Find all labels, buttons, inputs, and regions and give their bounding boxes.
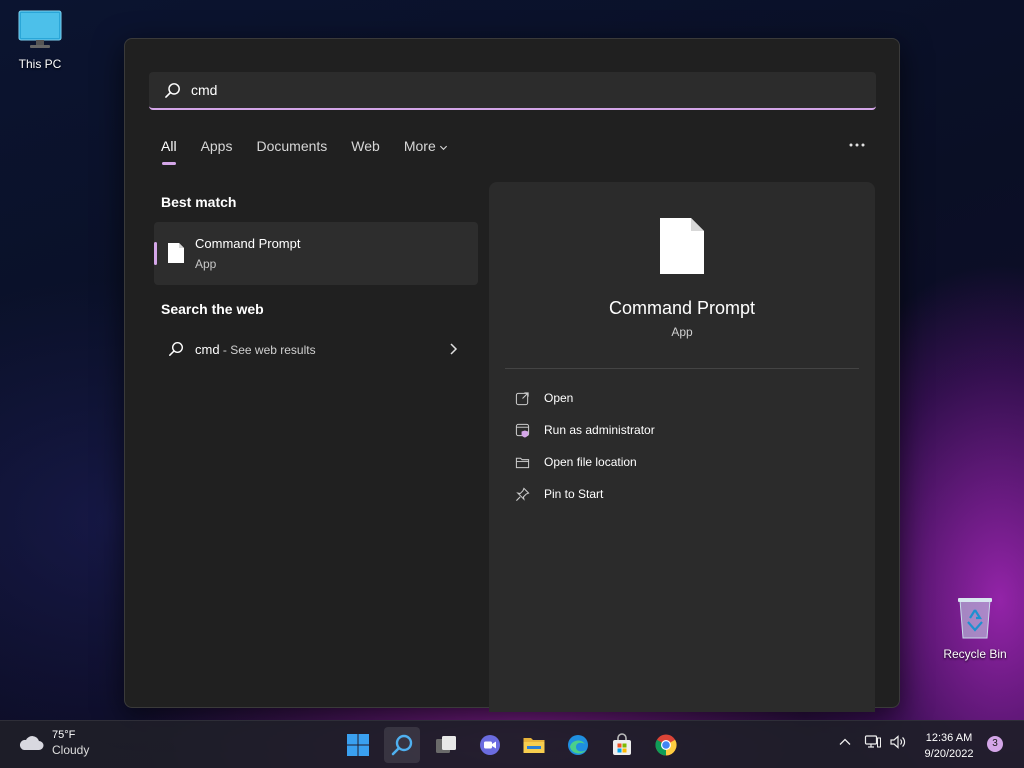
tab-web[interactable]: Web — [351, 138, 380, 154]
filter-tabs: All Apps Documents Web More — [161, 135, 472, 165]
tab-more-label: More — [403, 138, 436, 154]
open-file-location-label: Open file location — [544, 455, 637, 469]
recycle-bin-label: Recycle Bin — [943, 647, 1007, 661]
task-view-button[interactable] — [428, 727, 464, 763]
best-match-result[interactable]: Command Prompt App — [154, 222, 478, 285]
best-match-name: Command Prompt — [195, 236, 301, 251]
taskbar-search-button[interactable] — [384, 727, 420, 763]
search-box[interactable] — [149, 72, 876, 110]
clock-time: 12:36 AM — [925, 732, 973, 744]
preview-pane: Command Prompt App Open Run as administr… — [489, 182, 875, 712]
chevron-right-icon — [450, 343, 458, 355]
monitor-icon — [18, 10, 62, 48]
windows-logo-icon — [347, 734, 369, 756]
tab-apps[interactable]: Apps — [201, 138, 233, 154]
document-icon — [168, 243, 184, 263]
recycle-bin-desktop-icon[interactable]: Recycle Bin — [937, 596, 1013, 661]
store-bag-icon — [613, 733, 631, 755]
weather-description: Cloudy — [52, 743, 90, 757]
tab-more[interactable]: More — [404, 138, 448, 154]
search-window: All Apps Documents Web More Best match C… — [124, 38, 900, 712]
search-input[interactable] — [191, 82, 791, 98]
pin-to-start-label: Pin to Start — [544, 487, 604, 501]
chrome-browser-icon — [655, 734, 677, 756]
network-icon[interactable] — [864, 734, 882, 750]
teams-chat-button[interactable] — [472, 727, 508, 763]
see-web-results-text: - See web results — [219, 343, 316, 357]
weather-temperature: 75°F — [52, 729, 76, 741]
this-pc-label: This PC — [18, 57, 62, 71]
best-match-type: App — [195, 257, 217, 271]
document-icon — [660, 218, 704, 274]
web-search-result[interactable]: cmd - See web results — [154, 335, 478, 365]
web-query-text: cmd — [195, 342, 220, 357]
preview-divider — [505, 368, 859, 369]
start-button[interactable] — [340, 727, 376, 763]
task-view-icon — [436, 736, 456, 753]
open-action-label: Open — [544, 391, 574, 405]
taskbar: 75°F Cloudy 12:36 AM 9/20/2022 — [0, 720, 1024, 768]
more-options-button[interactable] — [849, 135, 865, 153]
chat-camera-icon — [480, 735, 500, 755]
this-pc-desktop-icon[interactable]: This PC — [2, 10, 78, 71]
shield-admin-icon — [515, 423, 530, 438]
file-explorer-button[interactable] — [516, 727, 552, 763]
chrome-browser-button[interactable] — [648, 727, 684, 763]
selection-indicator — [154, 242, 157, 265]
folder-icon — [515, 457, 530, 468]
cloud-icon — [19, 736, 44, 750]
run-as-admin-label: Run as administrator — [544, 423, 655, 437]
run-as-admin-action[interactable]: Run as administrator — [515, 420, 655, 440]
tab-all[interactable]: All — [161, 138, 177, 165]
search-web-heading: Search the web — [161, 301, 264, 317]
system-clock[interactable]: 12:36 AM 9/20/2022 — [916, 730, 982, 762]
recycle-bin-icon — [958, 598, 992, 639]
pin-to-start-action[interactable]: Pin to Start — [515, 484, 603, 504]
edge-browser-icon — [568, 735, 588, 755]
search-icon — [391, 734, 413, 756]
weather-widget[interactable]: 75°F Cloudy — [18, 729, 89, 757]
chevron-up-icon[interactable] — [838, 735, 852, 749]
open-file-location-action[interactable]: Open file location — [515, 452, 637, 472]
pin-icon — [516, 486, 530, 501]
ellipsis-icon — [849, 143, 865, 147]
search-icon — [165, 82, 180, 98]
open-external-icon — [515, 391, 529, 405]
search-icon — [169, 341, 184, 356]
volume-icon[interactable] — [889, 734, 907, 750]
tab-documents[interactable]: Documents — [256, 138, 327, 154]
preview-app-name: Command Prompt — [608, 298, 756, 318]
open-action[interactable]: Open — [515, 388, 573, 408]
notification-badge[interactable]: 3 — [987, 736, 1003, 752]
clock-date: 9/20/2022 — [924, 748, 974, 760]
preview-app-type: App — [671, 325, 693, 339]
edge-browser-button[interactable] — [560, 727, 596, 763]
best-match-heading: Best match — [161, 194, 237, 210]
chevron-down-icon — [439, 145, 447, 150]
folder-icon — [523, 738, 545, 753]
microsoft-store-button[interactable] — [604, 727, 640, 763]
